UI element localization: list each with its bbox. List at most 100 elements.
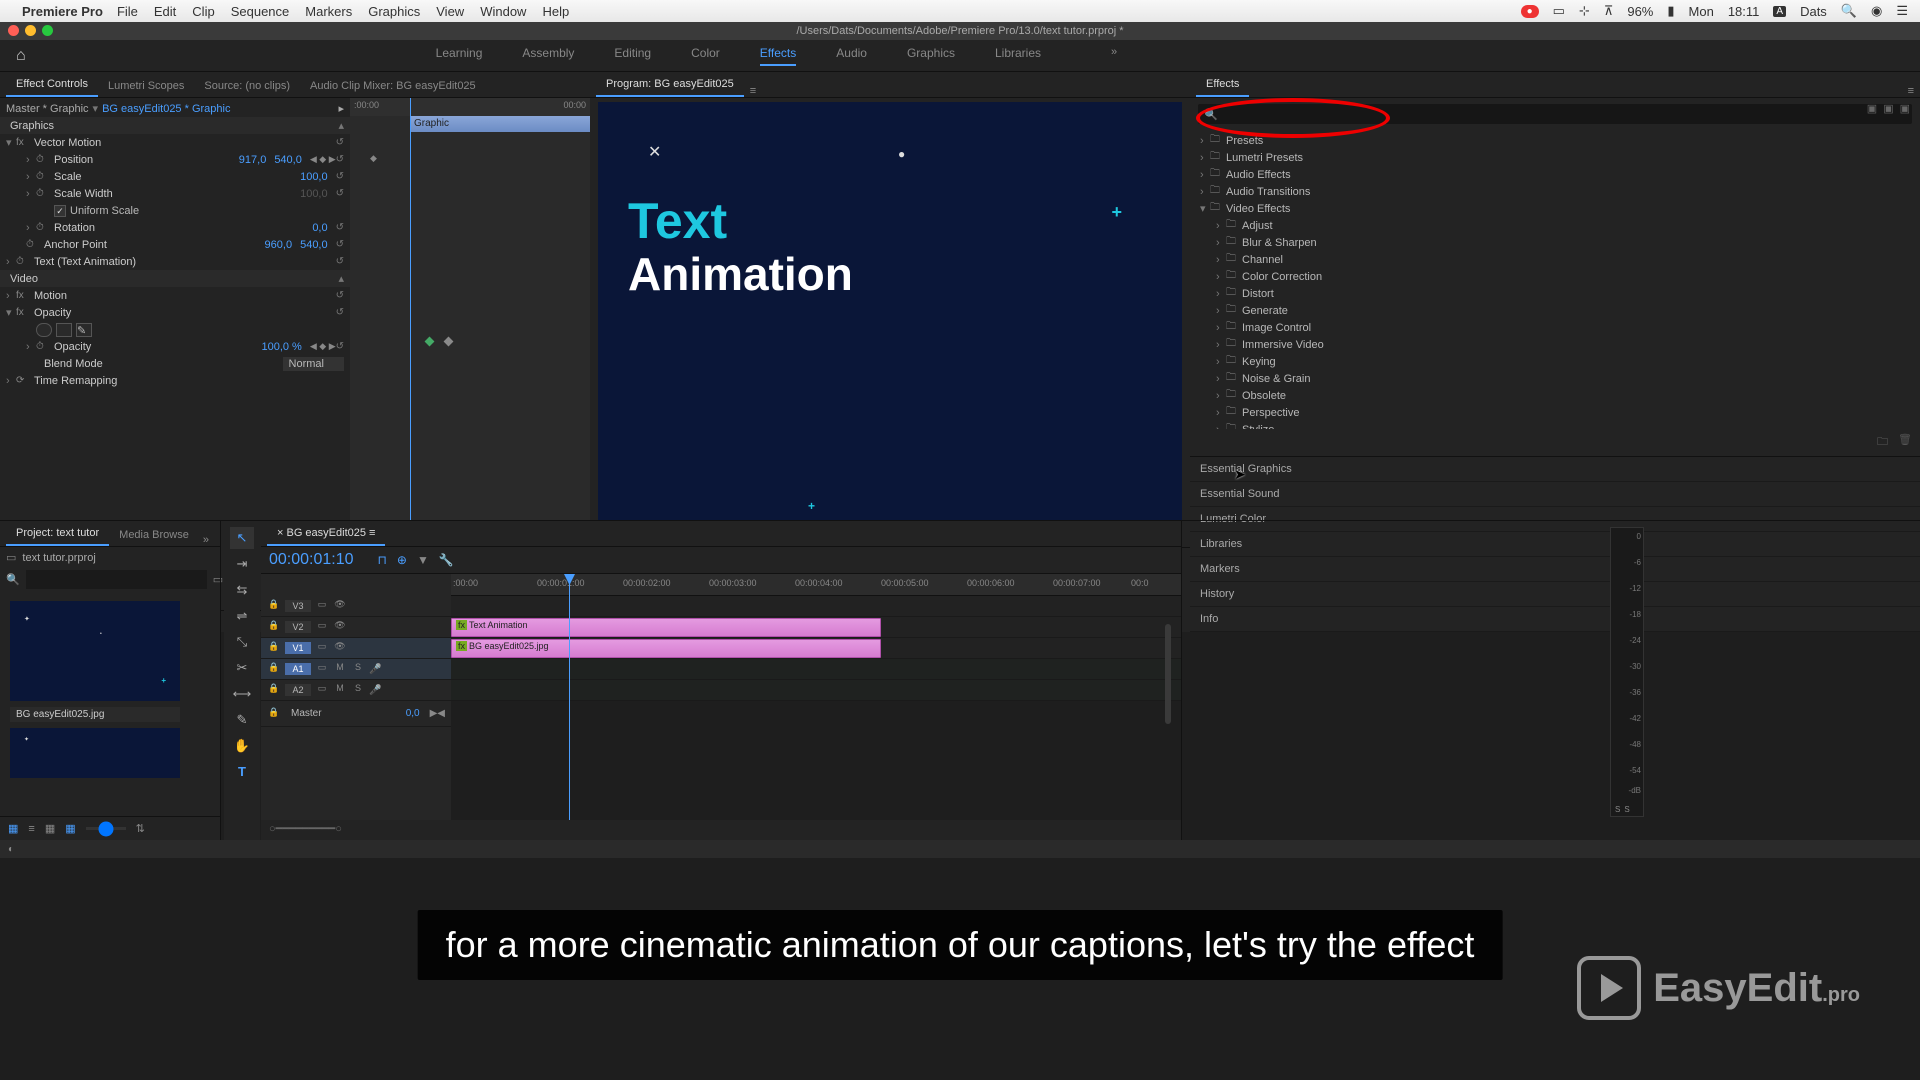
display-icon[interactable]: ▭ (1553, 3, 1565, 19)
stopwatch-icon[interactable]: ⏱ (26, 239, 40, 250)
tree-noise[interactable]: ›🗀Noise & Grain (1190, 370, 1920, 387)
anchor-y[interactable]: 540,0 (300, 239, 328, 251)
stopwatch-icon[interactable]: ⏱ (16, 256, 30, 267)
keyframe-nav[interactable]: ◀ ◆ ▶ (310, 154, 336, 165)
delete-icon[interactable]: 🗑 (1898, 433, 1912, 452)
stopwatch-icon[interactable]: ⏱ (36, 171, 50, 182)
solo-right-icon[interactable]: S (1624, 805, 1629, 814)
project-overflow-icon[interactable]: » (203, 534, 209, 546)
track-a2-row[interactable] (451, 680, 1181, 701)
motion-label[interactable]: Motion (34, 290, 336, 302)
icon-view-icon[interactable]: ▦ (45, 822, 55, 835)
tree-obsolete[interactable]: ›🗀Obsolete (1190, 387, 1920, 404)
blend-mode-select[interactable]: Normal (283, 357, 344, 371)
close-window-button[interactable] (8, 25, 19, 36)
menu-sequence[interactable]: Sequence (231, 4, 290, 19)
lock-icon[interactable]: 🔒 (267, 599, 281, 613)
program-menu-icon[interactable]: ≡ (750, 85, 756, 97)
master-val[interactable]: 0,0 (406, 708, 420, 719)
timeline-playhead[interactable] (569, 574, 570, 820)
panel-essential-graphics[interactable]: Essential Graphics (1190, 457, 1920, 482)
tree-perspective[interactable]: ›🗀Perspective (1190, 404, 1920, 421)
eye-icon[interactable]: 👁 (333, 641, 347, 655)
menu-graphics[interactable]: Graphics (368, 4, 420, 19)
reset-icon[interactable]: ↺ (336, 137, 344, 148)
tree-keying[interactable]: ›🗀Keying (1190, 353, 1920, 370)
tree-color-correction[interactable]: ›🗀Color Correction (1190, 268, 1920, 285)
timeline-current-time[interactable]: 00:00:01:10 (269, 551, 354, 569)
uniform-scale-checkbox[interactable] (54, 205, 66, 217)
tree-immersive[interactable]: ›🗀Immersive Video (1190, 336, 1920, 353)
clip-background[interactable]: fxBG easyEdit025.jpg (451, 639, 881, 658)
lock-icon[interactable]: 🔒 (267, 683, 281, 697)
lock-icon[interactable]: 🔒 (267, 662, 281, 676)
mute-icon[interactable]: M (333, 683, 347, 697)
tab-source[interactable]: Source: (no clips) (194, 75, 300, 97)
timeline-vscroll[interactable] (1165, 624, 1171, 724)
snap-icon[interactable]: ⊓ (378, 553, 387, 567)
tree-stylize[interactable]: ›🗀Stylize (1190, 421, 1920, 429)
vector-motion-label[interactable]: Vector Motion (34, 137, 336, 149)
keyframe-diamond[interactable] (444, 337, 454, 347)
freeform-icon[interactable]: ▦ (8, 822, 18, 835)
fx-toggle-icon[interactable]: fx (16, 307, 30, 318)
maximize-window-button[interactable] (42, 25, 53, 36)
reset-icon[interactable]: ↺ (336, 222, 344, 233)
menu-file[interactable]: File (117, 4, 138, 19)
tree-presets[interactable]: ›🗀Presets (1190, 132, 1920, 149)
tree-adjust[interactable]: ›🗀Adjust (1190, 217, 1920, 234)
workspace-libraries[interactable]: Libraries (995, 46, 1041, 66)
menu-help[interactable]: Help (542, 4, 569, 19)
project-search-input[interactable] (26, 570, 207, 589)
tab-sequence[interactable]: × BG easyEdit025 ≡ (267, 522, 385, 546)
track-v1[interactable]: V1 (285, 642, 311, 654)
slip-tool-icon[interactable]: ⟷ (230, 683, 254, 705)
timeline-toggle-icon[interactable]: ▸ (338, 102, 344, 115)
track-target-icon[interactable]: ▭ (315, 662, 329, 676)
opacity-group[interactable]: Opacity (34, 307, 336, 319)
lock-icon[interactable]: 🔒 (267, 641, 281, 655)
workspace-learning[interactable]: Learning (436, 46, 483, 66)
tab-project[interactable]: Project: text tutor (6, 522, 109, 546)
user-name[interactable]: Dats (1800, 4, 1827, 19)
workspace-color[interactable]: Color (691, 46, 720, 66)
opacity-val[interactable]: 100,0 % (261, 341, 301, 353)
reset-icon[interactable]: ↺ (336, 307, 344, 318)
track-target-icon[interactable]: ▭ (315, 620, 329, 634)
reset-icon[interactable]: ↺ (336, 239, 344, 250)
spotlight-icon[interactable]: 🔍 (1841, 3, 1857, 19)
tree-audio-transitions[interactable]: ›🗀Audio Transitions (1190, 183, 1920, 200)
solo-left-icon[interactable]: S (1615, 805, 1620, 814)
workspace-assembly[interactable]: Assembly (522, 46, 574, 66)
lock-icon[interactable]: 🔒 (267, 620, 281, 634)
keyframe-diamond[interactable] (425, 337, 435, 347)
stopwatch-icon[interactable]: ⏱ (36, 222, 50, 233)
notification-icon[interactable]: ☰ (1896, 3, 1908, 19)
home-icon[interactable]: ⌂ (16, 47, 26, 65)
rotation-val[interactable]: 0,0 (312, 222, 327, 234)
eye-icon[interactable]: 👁 (333, 599, 347, 613)
mask-pen-icon[interactable]: ✎ (76, 323, 92, 337)
tree-channel[interactable]: ›🗀Channel (1190, 251, 1920, 268)
track-target-icon[interactable]: ▭ (315, 641, 329, 655)
battery-icon[interactable]: ▮ (1667, 3, 1674, 19)
track-select-tool-icon[interactable]: ⇥ (230, 553, 254, 575)
workspace-editing[interactable]: Editing (614, 46, 651, 66)
timeline-hzoom-slider[interactable]: ○━━━━━━━━━○ (269, 822, 342, 838)
expand-icon[interactable]: ▶◀ (430, 708, 445, 719)
menu-view[interactable]: View (436, 4, 464, 19)
track-target-icon[interactable]: ▭ (315, 599, 329, 613)
tree-image-control[interactable]: ›🗀Image Control (1190, 319, 1920, 336)
position-y[interactable]: 540,0 (274, 154, 302, 166)
reset-icon[interactable]: ↺ (336, 256, 344, 267)
solo-icon[interactable]: S (351, 662, 365, 676)
menu-edit[interactable]: Edit (154, 4, 176, 19)
track-v2[interactable]: V2 (285, 621, 311, 633)
text-layer-label[interactable]: Text (Text Animation) (34, 256, 336, 268)
linked-selection-icon[interactable]: ⊕ (397, 553, 407, 567)
track-a1[interactable]: A1 (285, 663, 311, 675)
track-v1-row[interactable]: fxBG easyEdit025.jpg (451, 638, 1181, 659)
recording-icon[interactable]: ● (1521, 5, 1539, 18)
program-monitor-view[interactable]: ✕ ● + + Text Animation (598, 102, 1182, 543)
track-v2-row[interactable]: fxText Animation (451, 617, 1181, 638)
